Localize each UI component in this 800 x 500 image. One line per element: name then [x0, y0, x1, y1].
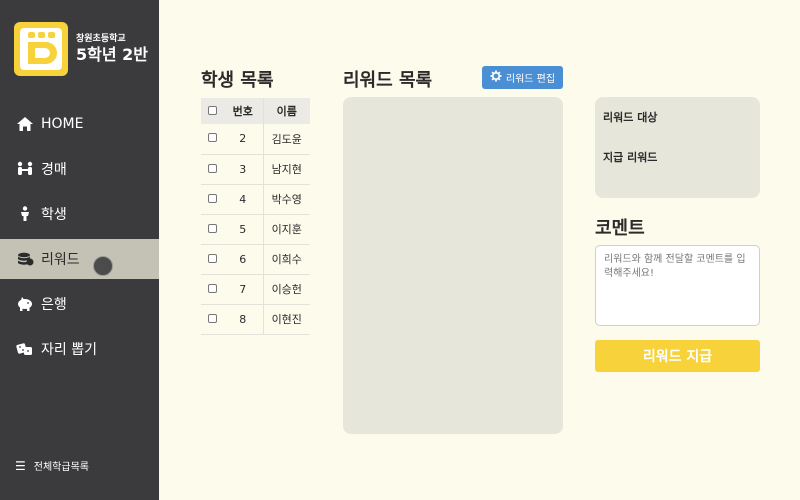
nav-home-label: HOME	[41, 116, 84, 132]
all-classes-label: 전체학급목록	[33, 462, 89, 473]
student-number: 6	[223, 244, 264, 275]
comment-title: 코멘트	[595, 218, 645, 239]
nav-home[interactable]: HOME	[0, 104, 159, 144]
nav-rewards-label: 리워드	[41, 252, 80, 268]
table-row[interactable]: 8 이현진	[201, 304, 310, 335]
home-icon	[15, 114, 35, 134]
row-checkbox[interactable]	[207, 163, 217, 173]
student-list-title: 학생 목록	[201, 70, 274, 91]
student-number: 7	[223, 274, 264, 305]
student-name: 이지훈	[263, 214, 310, 245]
nav-bank-label: 은행	[41, 297, 67, 313]
row-checkbox[interactable]	[207, 253, 217, 263]
student-number: 4	[223, 184, 264, 215]
comment-input[interactable]	[595, 245, 760, 326]
row-checkbox[interactable]	[207, 283, 217, 293]
class-name: 5학년 2반	[76, 45, 148, 64]
table-row[interactable]: 7 이승헌	[201, 274, 310, 305]
nav-auction[interactable]: 경매	[0, 149, 159, 189]
select-all-checkbox[interactable]	[207, 105, 217, 115]
reward-amount-label: 지급 리워드	[603, 151, 658, 164]
student-name: 이희수	[263, 244, 310, 275]
row-checkbox[interactable]	[207, 223, 217, 233]
table-row[interactable]: 6 이희수	[201, 244, 310, 275]
student-name: 박수영	[263, 184, 310, 215]
student-name: 김도윤	[263, 124, 310, 155]
col-name: 이름	[263, 98, 310, 124]
reward-info-box: 리워드 대상 지급 리워드	[595, 97, 760, 198]
student-number: 5	[223, 214, 264, 245]
coins-icon	[15, 249, 35, 269]
table-row[interactable]: 4 박수영	[201, 184, 310, 215]
reward-list-panel	[343, 97, 563, 434]
reward-target-label: 리워드 대상	[603, 111, 658, 124]
nav-students[interactable]: 학생	[0, 194, 159, 234]
edit-rewards-button[interactable]: 리워드 편집	[482, 66, 563, 89]
menu-icon: ☰	[15, 458, 26, 473]
student-number: 8	[223, 304, 264, 335]
give-reward-label: 리워드 지급	[642, 349, 713, 365]
people-icon	[15, 159, 35, 179]
student-number: 3	[223, 154, 264, 185]
all-classes-link[interactable]: ☰ 전체학급목록	[15, 458, 89, 474]
sidebar: 창원초등학교 5학년 2반 HOME 경매 학생 리워드 은행 자리 뽑기 ☰ …	[0, 0, 159, 500]
table-row[interactable]: 2 김도윤	[201, 124, 310, 155]
cursor-indicator	[93, 256, 113, 276]
reward-list-title: 리워드 목록	[343, 70, 433, 91]
row-checkbox[interactable]	[207, 313, 217, 323]
school-name: 창원초등학교	[76, 34, 126, 44]
table-row[interactable]: 3 남지현	[201, 154, 310, 185]
table-row[interactable]: 5 이지훈	[201, 214, 310, 245]
piggy-bank-icon	[15, 294, 35, 314]
nav-seat-draw[interactable]: 자리 뽑기	[0, 329, 159, 369]
row-checkbox[interactable]	[207, 193, 217, 203]
brand[interactable]: 창원초등학교 5학년 2반	[14, 22, 148, 76]
row-checkbox[interactable]	[207, 133, 217, 143]
class-logo	[14, 22, 68, 76]
select-all-cell	[201, 98, 223, 124]
nav-bank[interactable]: 은행	[0, 284, 159, 324]
student-table-header: 번호 이름	[201, 98, 310, 124]
give-reward-button[interactable]: 리워드 지급	[595, 340, 760, 372]
nav-auction-label: 경매	[41, 162, 67, 178]
student-name: 남지현	[263, 154, 310, 185]
col-number: 번호	[223, 98, 264, 124]
dice-icon	[15, 339, 35, 359]
nav-rewards[interactable]: 리워드	[0, 239, 159, 279]
gear-icon	[490, 70, 502, 85]
student-table: 번호 이름 2 김도윤 3 남지현 4 박수영 5 이지훈 6 이희수 7 이승헌 8 이현진	[201, 98, 310, 335]
nav-seat-draw-label: 자리 뽑기	[41, 342, 97, 358]
edit-rewards-label: 리워드 편집	[505, 74, 556, 85]
person-icon	[15, 204, 35, 224]
student-number: 2	[223, 124, 264, 155]
nav-students-label: 학생	[41, 207, 67, 223]
student-name: 이승헌	[263, 274, 310, 305]
student-name: 이현진	[263, 304, 310, 335]
